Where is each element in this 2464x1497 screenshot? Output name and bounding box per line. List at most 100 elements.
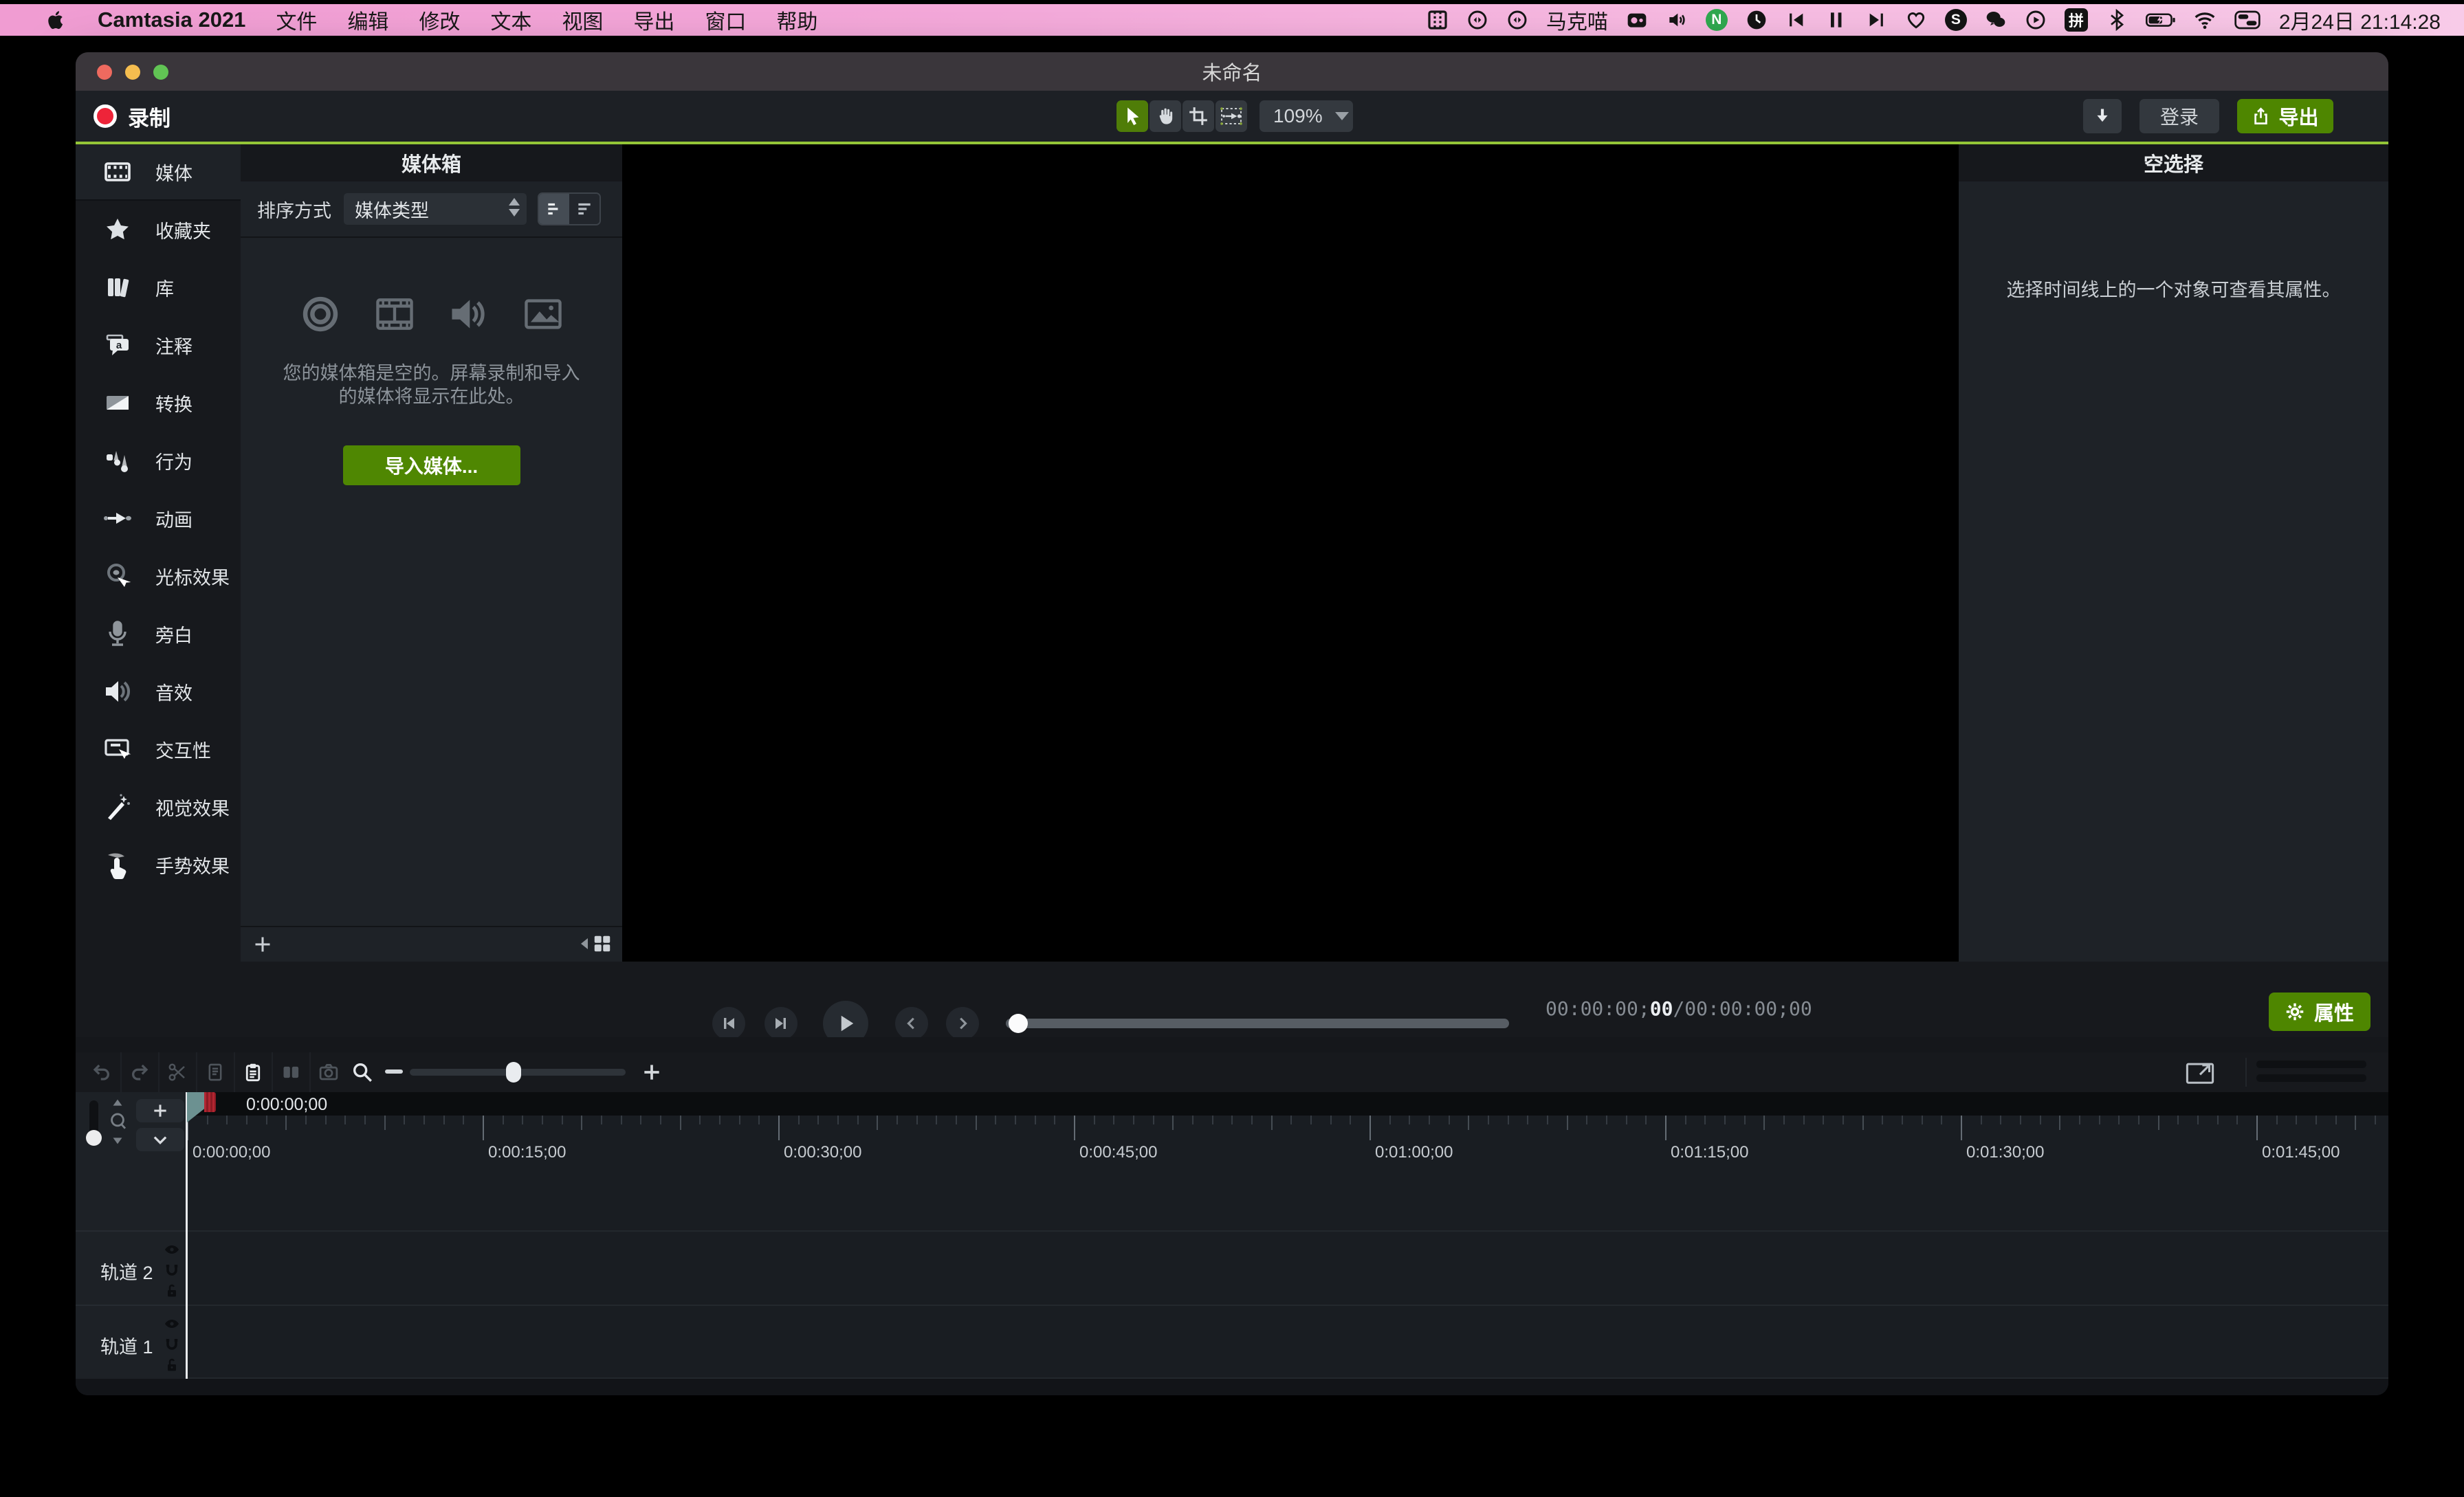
menu-view[interactable]: 视图 [562,5,603,35]
sidebar-item-voice-narration[interactable]: 旁白 [76,605,241,663]
pan-tool-button[interactable] [1150,100,1181,132]
redo-button[interactable] [120,1052,160,1092]
minimize-window-button[interactable] [125,65,140,80]
sync-status-icon-2[interactable] [1506,9,1528,31]
snapshot-button[interactable] [309,1052,347,1092]
wifi-icon[interactable] [2194,9,2216,31]
properties-button[interactable]: 属性 [2269,993,2370,1031]
sort-ascending-button[interactable] [539,194,569,224]
minimap-bar[interactable] [2256,1061,2366,1068]
sidebar-item-interactivity[interactable]: 交互性 [76,720,241,778]
bluetooth-icon[interactable] [2106,9,2128,31]
timeline-zoom-slider[interactable] [410,1069,626,1076]
timeline-ruler-ticks[interactable] [187,1116,2388,1142]
sort-by-dropdown[interactable]: 媒体类型 [344,193,527,225]
battery-icon[interactable] [2146,9,2176,31]
menu-export[interactable]: 导出 [633,5,674,35]
close-window-button[interactable] [97,65,112,80]
timeline-tracks-area[interactable] [76,1164,2388,1379]
watch-icon[interactable] [1746,9,1768,31]
signin-button[interactable]: 登录 [2140,99,2219,133]
scrubber-knob[interactable] [1009,1014,1028,1033]
sidebar-item-visual-effects[interactable]: 视觉效果 [76,778,241,836]
sidebar-item-media[interactable]: 媒体 [76,144,241,201]
paste-button[interactable] [234,1052,273,1092]
step-forward-button[interactable] [764,1007,798,1040]
track-magnet-icon[interactable] [164,1336,180,1353]
volume-icon[interactable] [1666,9,1688,31]
sidebar-item-gesture-effects[interactable]: 手势效果 [76,836,241,894]
track-magnet-icon[interactable] [164,1262,180,1278]
menu-edit[interactable]: 编辑 [347,5,388,35]
split-button[interactable] [272,1052,311,1092]
track-visibility-eye-icon[interactable] [164,1241,180,1258]
screen-record-icon[interactable] [1626,9,1648,31]
add-track-button[interactable] [136,1099,184,1122]
sidebar-item-animations[interactable]: 动画 [76,489,241,547]
record-button[interactable]: 录制 [94,91,170,142]
menu-modify[interactable]: 修改 [419,5,460,35]
sidebar-item-library[interactable]: 库 [76,258,241,316]
zoom-out-button[interactable] [385,1069,403,1074]
playhead-grip[interactable] [204,1092,216,1112]
crop-tool-button[interactable] [1182,100,1214,132]
sort-descending-button[interactable] [569,194,600,224]
next-marker-button[interactable] [946,1007,979,1040]
playhead-lane[interactable]: 0:00:00;00 [76,1092,2388,1116]
sidebar-item-behaviors[interactable]: 行为 [76,432,241,489]
track-visibility-eye-icon[interactable] [164,1316,180,1332]
sidebar-item-annotations[interactable]: a 注释 [76,316,241,374]
sidebar-item-transitions[interactable]: 转换 [76,374,241,432]
import-media-button[interactable]: 导入媒体... [343,445,520,485]
zoom-slider-knob[interactable] [506,1062,521,1083]
track-header-2[interactable]: 轨道 2 [76,1230,187,1306]
zoom-in-button[interactable] [641,1061,663,1083]
undo-button[interactable] [82,1052,122,1092]
sidebar-item-favorites[interactable]: 收藏夹 [76,201,241,258]
film-frames-icon[interactable] [1427,9,1449,31]
menu-help[interactable]: 帮助 [776,5,817,35]
editor-canvas[interactable] [622,144,1959,962]
wechat-icon[interactable] [1985,9,2007,31]
playback-scrubber[interactable] [1006,1019,1509,1028]
vertical-zoom-icon[interactable] [109,1098,126,1146]
sidebar-item-audio-effects[interactable]: 音效 [76,663,241,720]
music-badge-icon[interactable]: S [1945,9,1967,31]
sync-status-icon[interactable] [1466,9,1488,31]
apple-menu-icon[interactable] [45,9,67,31]
skip-forward-icon[interactable] [1865,9,1887,31]
view-mode-grid-button[interactable] [581,933,613,954]
menu-window[interactable]: 窗口 [705,5,746,35]
export-button[interactable]: 导出 [2237,99,2333,133]
menubar-app-name[interactable]: Camtasia 2021 [98,8,245,32]
download-button[interactable] [2083,99,2122,133]
collapse-tracks-button[interactable] [136,1128,184,1151]
step-back-button[interactable] [712,1007,745,1040]
add-media-icon[interactable] [253,935,272,954]
pinyin-input-badge[interactable]: 拼 [2065,8,2088,32]
playhead-line[interactable] [186,1092,188,1379]
minimap-bar[interactable] [2256,1074,2366,1082]
control-center-icon[interactable] [2234,9,2261,31]
menu-text[interactable]: 文本 [490,5,531,35]
track-header-1[interactable]: 轨道 1 [76,1305,187,1380]
menubar-clock[interactable]: 2月24日 21:14:28 [2279,5,2441,35]
track-lock-icon[interactable] [164,1283,180,1299]
selection-tool-button[interactable] [1116,100,1148,132]
detach-timeline-icon[interactable] [2185,1058,2215,1086]
track-lock-icon[interactable] [164,1357,180,1373]
pan-zoom-animation-button[interactable] [1216,100,1247,132]
copy-button[interactable] [196,1052,235,1092]
cut-button[interactable] [158,1052,197,1092]
pause-icon[interactable] [1825,9,1847,31]
notes-badge-icon[interactable]: N [1706,9,1728,31]
menu-file[interactable]: 文件 [276,5,317,35]
menubar-status-text[interactable]: 马克喵 [1546,5,1608,35]
previous-marker-button[interactable] [895,1007,928,1040]
canvas-zoom-dropdown[interactable]: 109% [1260,100,1353,132]
heart-icon[interactable] [1905,9,1927,31]
zoom-window-button[interactable] [153,65,168,80]
track-height-slider[interactable] [89,1100,98,1143]
play-circle-icon[interactable] [2025,9,2047,31]
sidebar-item-cursor-effects[interactable]: 光标效果 [76,547,241,605]
